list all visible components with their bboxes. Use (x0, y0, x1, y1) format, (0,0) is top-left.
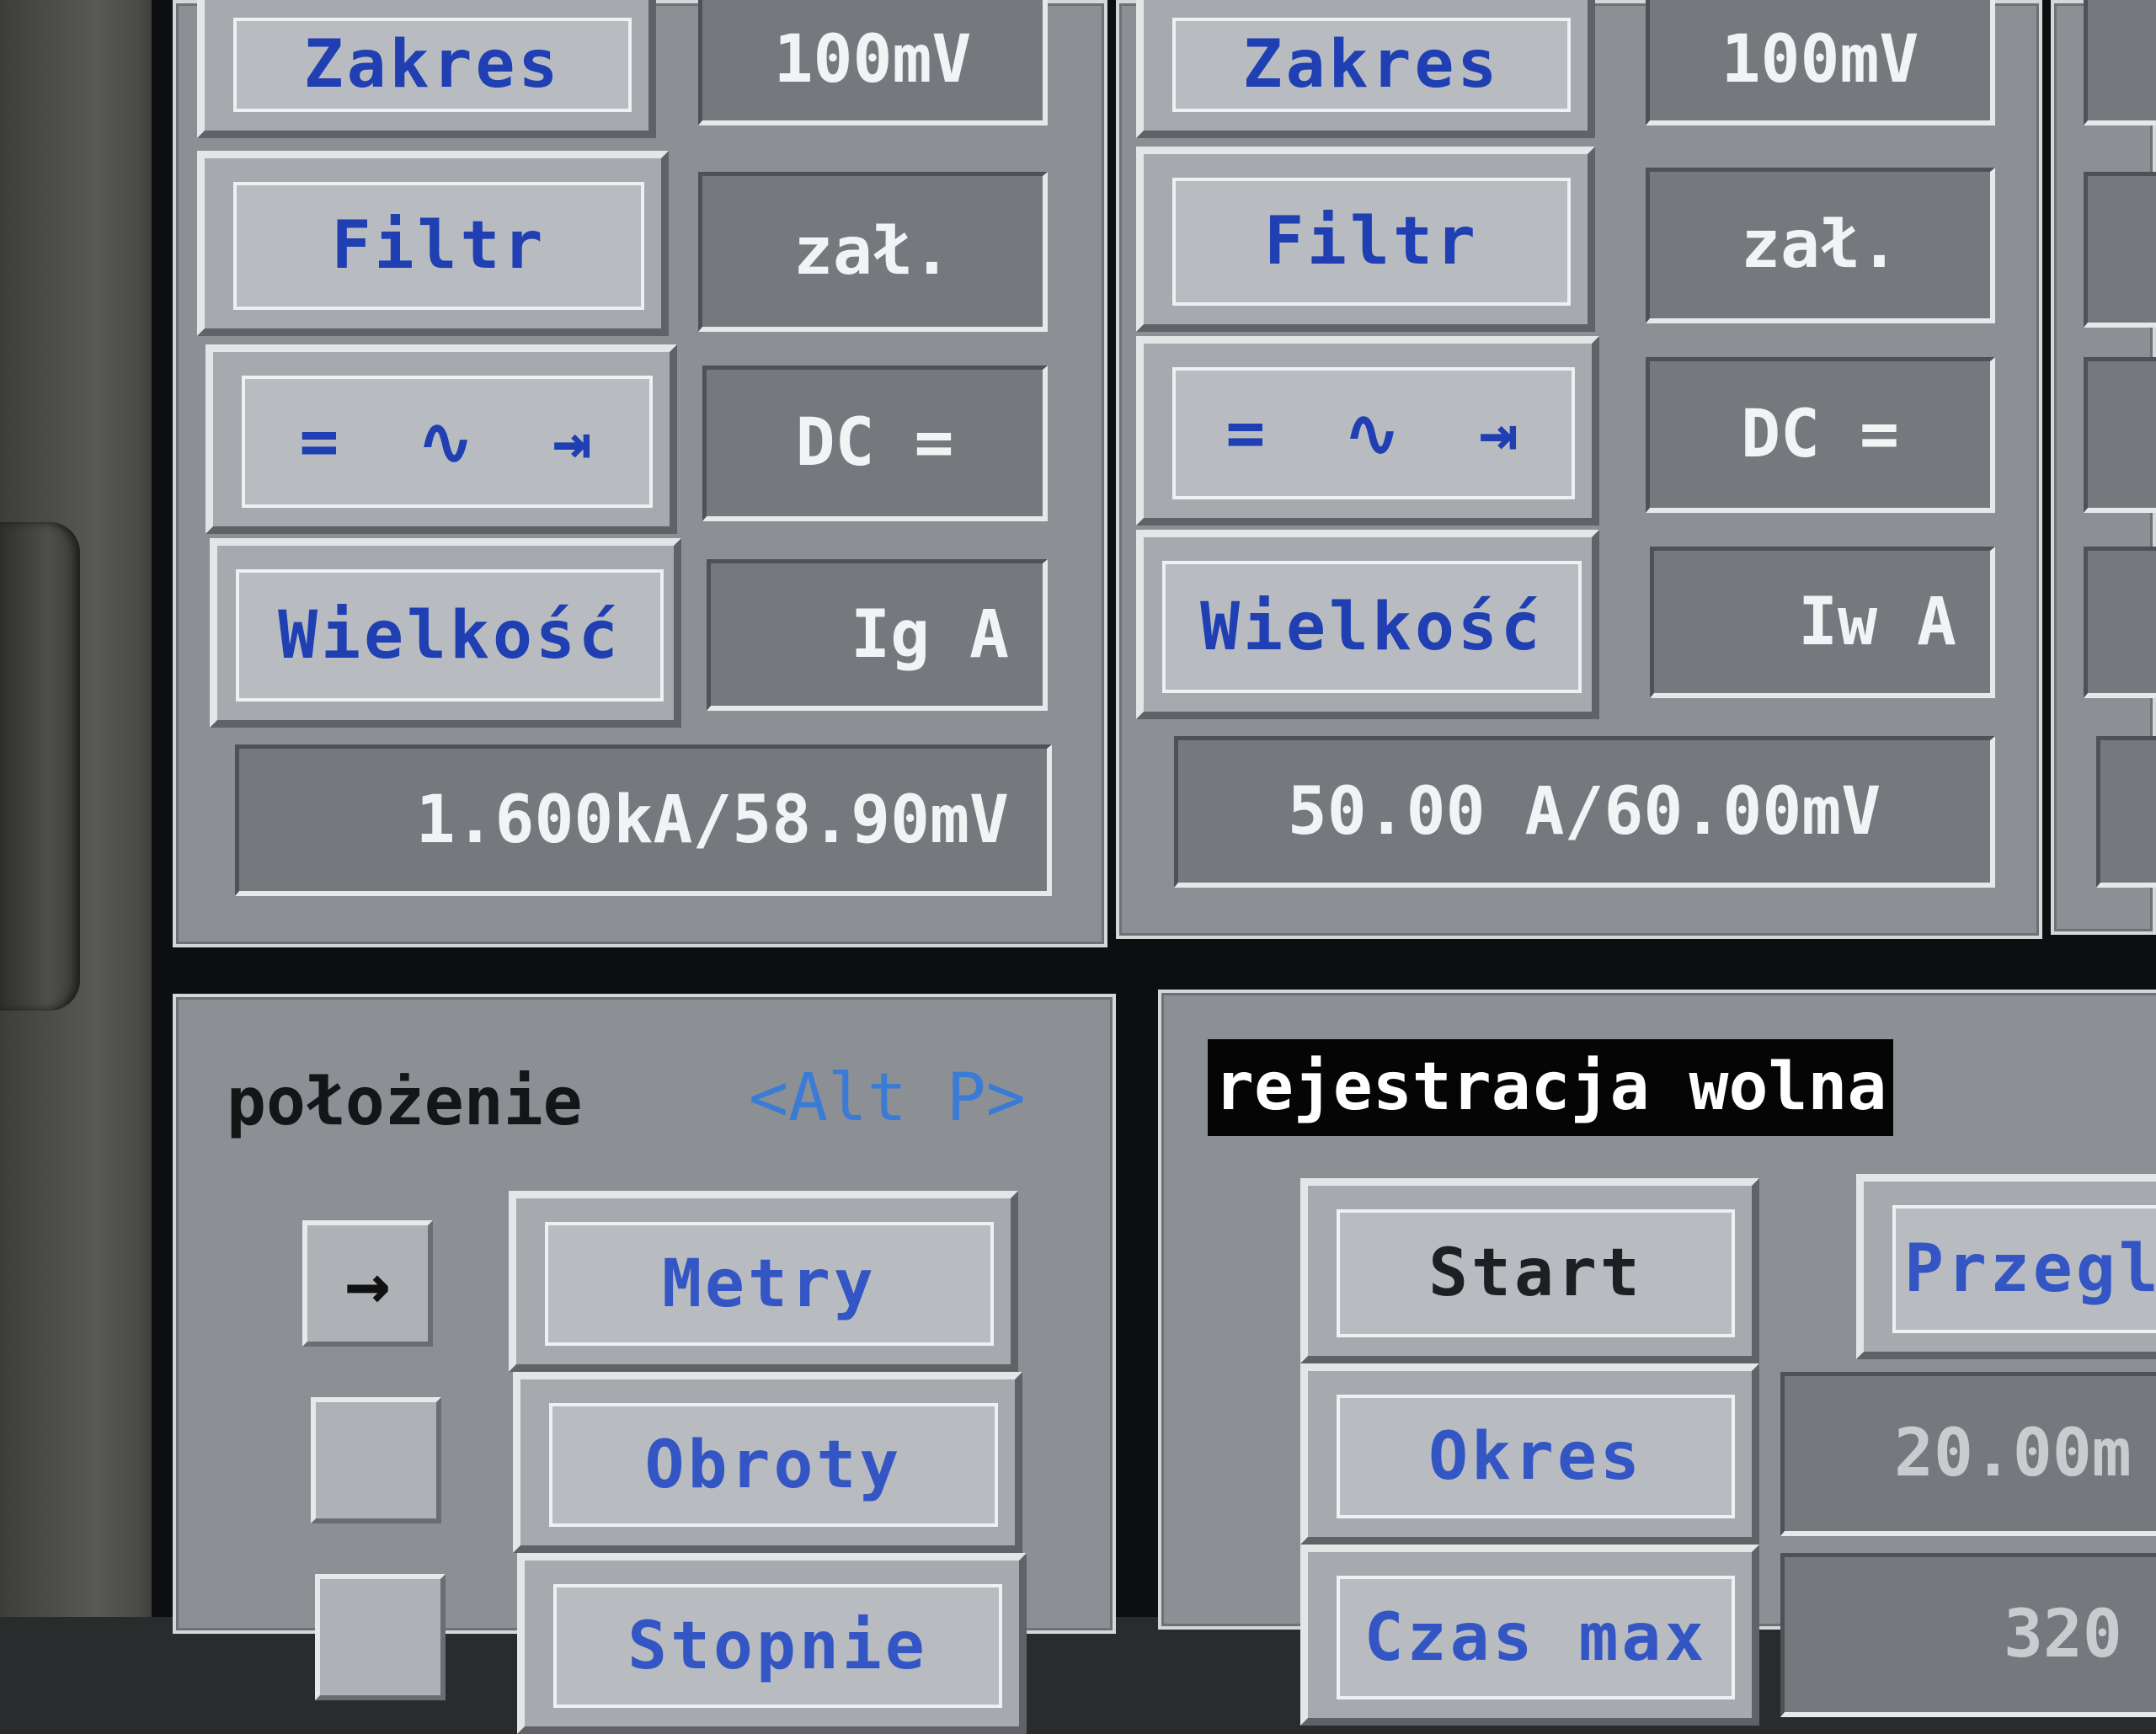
zakres-button[interactable]: Zakres (197, 0, 656, 138)
channel-3-value (2084, 547, 2156, 698)
filtr-button[interactable]: Filtr (1136, 147, 1595, 332)
monitor-bezel (0, 0, 173, 1617)
zakres-label: Zakres (233, 18, 632, 112)
mode-value: DC = (702, 365, 1048, 521)
wielkosc-button[interactable]: Wielkość (1136, 530, 1599, 719)
rejestracja-panel: rejestracja wolna Start Przegl Okres 20.… (1158, 990, 2156, 1726)
dc-symbol-icon[interactable]: = (299, 404, 342, 480)
channel-3-value (2096, 736, 2156, 888)
okres-value: 20.00m (1780, 1372, 2156, 1536)
stopnie-button[interactable]: Stopnie (517, 1553, 1027, 1734)
filtr-value: zał. (1646, 168, 1995, 323)
czas-max-label: Czas max (1337, 1576, 1735, 1699)
filtr-value: zał. (698, 172, 1048, 332)
polozenie-panel: położenie <Alt P> → Metry Obroty Stopnie (173, 994, 1116, 1734)
metry-radio[interactable]: → (302, 1220, 433, 1347)
przeglad-button[interactable]: Przegl (1856, 1174, 2156, 1359)
channel-2-panel: Zakres 100mV Filtr zał. = ∿ ⇥ DC = Wielk… (1116, 0, 2042, 939)
wielkosc-value: Iw A (1650, 547, 1995, 698)
channel-3-panel (2051, 0, 2156, 935)
filtr-label: Filtr (1172, 178, 1571, 306)
filtr-label: Filtr (233, 182, 644, 310)
obroty-radio[interactable] (311, 1397, 441, 1523)
rectifier-icon[interactable]: ⇥ (552, 404, 595, 480)
stopnie-radio[interactable] (315, 1574, 446, 1700)
mode-symbols: = ∿ ⇥ (1172, 367, 1575, 499)
obroty-label: Obroty (549, 1403, 998, 1527)
metry-label: Metry (545, 1222, 994, 1346)
dc-symbol-icon[interactable]: = (1225, 396, 1268, 472)
start-button[interactable]: Start (1300, 1178, 1759, 1363)
rejestracja-title: rejestracja wolna (1208, 1039, 1894, 1136)
arrow-icon: → (344, 1239, 391, 1328)
zakres-label: Zakres (1172, 18, 1571, 112)
polozenie-title: położenie (227, 1064, 583, 1140)
channel-3-value (2084, 172, 2156, 328)
rectifier-icon[interactable]: ⇥ (1479, 396, 1522, 472)
zakres-value: 100mV (698, 0, 1048, 125)
obroty-button[interactable]: Obroty (513, 1372, 1022, 1553)
metry-button[interactable]: Metry (509, 1191, 1018, 1372)
channel-3-value (2084, 357, 2156, 513)
czas-max-button[interactable]: Czas max (1300, 1545, 1759, 1726)
okres-button[interactable]: Okres (1300, 1363, 1759, 1545)
channel-3-value (2084, 0, 2156, 125)
start-label: Start (1337, 1209, 1735, 1337)
bezel-knob (0, 522, 80, 1011)
czas-max-value: 320 (1780, 1553, 2156, 1717)
channel-1-panel: Zakres 100mV Filtr zał. = ∿ ⇥ DC = Wielk… (173, 0, 1107, 947)
przeglad-label: Przegl (1892, 1205, 2156, 1333)
zakres-value: 100mV (1646, 0, 1995, 125)
mode-symbols: = ∿ ⇥ (242, 376, 653, 508)
ac-wave-icon[interactable]: ∿ (418, 404, 476, 480)
ac-wave-icon[interactable]: ∿ (1344, 396, 1402, 472)
stopnie-label: Stopnie (553, 1584, 1002, 1708)
wielkosc-label: Wielkość (236, 569, 664, 702)
mode-button[interactable]: = ∿ ⇥ (1136, 336, 1599, 526)
wielkosc-label: Wielkość (1162, 561, 1582, 693)
zakres-button[interactable]: Zakres (1136, 0, 1595, 138)
shortcut-hint: <Alt P> (749, 1060, 1026, 1136)
mode-value: DC = (1646, 357, 1995, 513)
wielkosc-button[interactable]: Wielkość (210, 538, 681, 728)
ratio-display: 1.600kA/58.90mV (235, 744, 1052, 896)
filtr-button[interactable]: Filtr (197, 151, 669, 336)
okres-label: Okres (1337, 1395, 1735, 1518)
wielkosc-value: Ig A (707, 559, 1048, 711)
ratio-display: 50.00 A/60.00mV (1174, 736, 1995, 888)
mode-button[interactable]: = ∿ ⇥ (205, 344, 677, 534)
